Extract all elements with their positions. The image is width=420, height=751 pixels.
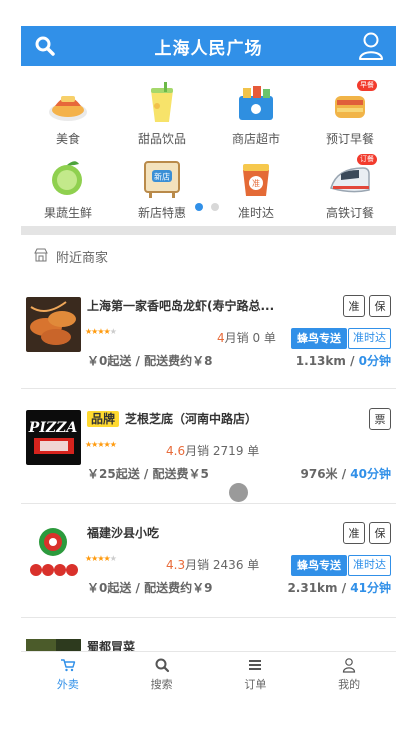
header-bar: 上海人民广场 xyxy=(21,26,396,66)
carousel-dot-1[interactable] xyxy=(195,203,203,211)
category-fruit-veg[interactable]: 果蔬生鲜 xyxy=(21,156,115,226)
shop-thumbnail xyxy=(26,524,81,579)
delivery-fee: ￥0起送 / 配送费约￥9 xyxy=(87,581,213,595)
on-time-icon: 准 xyxy=(233,156,279,200)
delivery-badges: 蜂鸟专送 准时达 xyxy=(291,555,391,576)
delivery-badges: 蜂鸟专送 准时达 xyxy=(291,328,391,349)
monthly-sales: 4.3月销 2436 单 xyxy=(166,558,260,572)
shop-tag: 准 xyxy=(343,522,365,544)
shop-thumbnail xyxy=(26,297,81,352)
on-time-badge: 准时达 xyxy=(348,555,391,576)
on-time-mark: 准 xyxy=(252,178,260,188)
distance-time: 2.31km / 41分钟 xyxy=(287,581,391,595)
shop-thumbnail xyxy=(26,638,81,652)
delivery-fee: ￥25起送 / 配送费￥5 xyxy=(87,467,209,481)
shop-thumbnail: PIZZA xyxy=(26,410,81,465)
row-divider xyxy=(21,503,396,504)
svg-text:PIZZA: PIZZA xyxy=(28,420,78,436)
category-label: 美食 xyxy=(55,132,80,146)
shop-tag: 准 xyxy=(343,295,365,317)
nearby-title: 附近商家 xyxy=(56,251,109,266)
fengniao-badge: 蜂鸟专送 xyxy=(291,555,347,576)
monthly-sales: 4.6月销 2719 单 xyxy=(166,444,260,458)
shop-card[interactable]: 上海第一家香吧岛龙虾(寿宁路总... 准 保 ★★★★★ 4月销 0 单 蜂鸟专… xyxy=(21,295,396,389)
star-rating: ★★★★★ xyxy=(85,554,117,563)
carousel-dot-2[interactable] xyxy=(211,203,219,211)
fruit-veg-icon xyxy=(45,156,91,200)
star-rating: ★★★★★ xyxy=(85,440,117,449)
nav-profile[interactable]: 我的 xyxy=(302,652,396,697)
nav-label: 我的 xyxy=(338,678,361,691)
shop-card[interactable]: 蜀都冒菜 xyxy=(21,638,396,652)
profile-icon xyxy=(343,658,356,673)
category-label: 新店特惠 xyxy=(137,206,186,220)
shop-name: 蜀都冒菜 xyxy=(87,640,136,652)
category-supermarket[interactable]: 商店超市 xyxy=(209,82,303,152)
shop-card[interactable]: PIZZA 品牌 芝根芝底（河南中路店） 票 ★★★★★ 4.6月销 2719 单… xyxy=(21,408,396,504)
category-new-shop[interactable]: 新店 新店特惠 xyxy=(115,156,209,226)
scroll-indicator[interactable] xyxy=(229,483,248,502)
nearby-header: 附近商家 xyxy=(34,247,108,266)
search-icon xyxy=(155,658,169,673)
fengniao-badge: 蜂鸟专送 xyxy=(291,328,347,349)
location-title[interactable]: 上海人民广场 xyxy=(155,34,263,59)
takeout-icon xyxy=(60,659,76,672)
category-breakfast[interactable]: 早餐 预订早餐 xyxy=(303,80,397,152)
food-icon xyxy=(45,82,91,126)
shop-icon xyxy=(34,248,48,266)
category-label: 预订早餐 xyxy=(325,132,374,146)
shop-name: 上海第一家香吧岛龙虾(寿宁路总... xyxy=(87,299,275,313)
shop-tag: 票 xyxy=(369,408,391,430)
category-train[interactable]: 订餐 高铁订餐 xyxy=(303,154,397,226)
carousel-dots xyxy=(195,203,219,211)
star-rating: ★★★★★ xyxy=(85,327,117,336)
category-label: 果蔬生鲜 xyxy=(43,206,92,220)
user-icon[interactable] xyxy=(358,31,384,61)
nav-orders[interactable]: 订单 xyxy=(209,652,303,697)
on-time-badge: 准时达 xyxy=(348,328,391,349)
nav-takeout[interactable]: 外卖 xyxy=(21,652,115,697)
shop-card[interactable]: 福建沙县小吃 准 保 ★★★★★ 4.3月销 2436 单 蜂鸟专送 准时达 ￥… xyxy=(21,522,396,618)
shop-tag: 保 xyxy=(369,522,391,544)
shop-name: 福建沙县小吃 xyxy=(87,526,160,540)
nav-label: 订单 xyxy=(244,678,267,691)
breakfast-icon: 早餐 xyxy=(327,80,377,126)
distance-time: 1.13km / 0分钟 xyxy=(295,354,391,368)
category-label: 高铁订餐 xyxy=(325,206,374,220)
delivery-fee: ￥0起送 / 配送费约￥8 xyxy=(87,354,213,368)
train-badge: 订餐 xyxy=(357,154,377,165)
brand-badge: 品牌 xyxy=(87,410,120,427)
nav-search[interactable]: 搜索 xyxy=(115,652,209,697)
row-divider xyxy=(21,617,396,618)
category-label: 甜品饮品 xyxy=(137,132,186,146)
order-list-icon xyxy=(249,660,262,670)
new-shop-icon: 新店 xyxy=(139,156,185,200)
supermarket-icon xyxy=(233,82,279,126)
category-on-time[interactable]: 准 准时达 xyxy=(209,156,303,226)
distance-time: 976米 / 40分钟 xyxy=(300,467,392,481)
nav-label: 搜索 xyxy=(150,678,173,691)
dessert-drink-icon xyxy=(139,82,185,126)
app-root: 上海人民广场 美食 甜品饮品 商店超市 早餐 预订早餐 果蔬生鲜 新店 新店特惠… xyxy=(0,0,420,751)
monthly-sales: 4月销 0 单 xyxy=(217,331,276,345)
header-search-icon[interactable] xyxy=(33,34,57,58)
section-divider xyxy=(21,226,396,235)
row-divider xyxy=(21,388,396,389)
train-icon: 订餐 xyxy=(327,154,377,200)
category-dessert[interactable]: 甜品饮品 xyxy=(115,82,209,152)
category-label: 准时达 xyxy=(237,206,274,220)
new-shop-sign: 新店 xyxy=(154,172,170,182)
nav-label: 外卖 xyxy=(56,678,79,691)
breakfast-badge: 早餐 xyxy=(357,80,377,91)
category-food[interactable]: 美食 xyxy=(21,82,115,152)
bottom-nav: 外卖 搜索 订单 我的 xyxy=(21,651,396,697)
shop-tag: 保 xyxy=(369,295,391,317)
category-label: 商店超市 xyxy=(231,132,280,146)
shop-name: 品牌 芝根芝底（河南中路店） xyxy=(87,410,257,427)
